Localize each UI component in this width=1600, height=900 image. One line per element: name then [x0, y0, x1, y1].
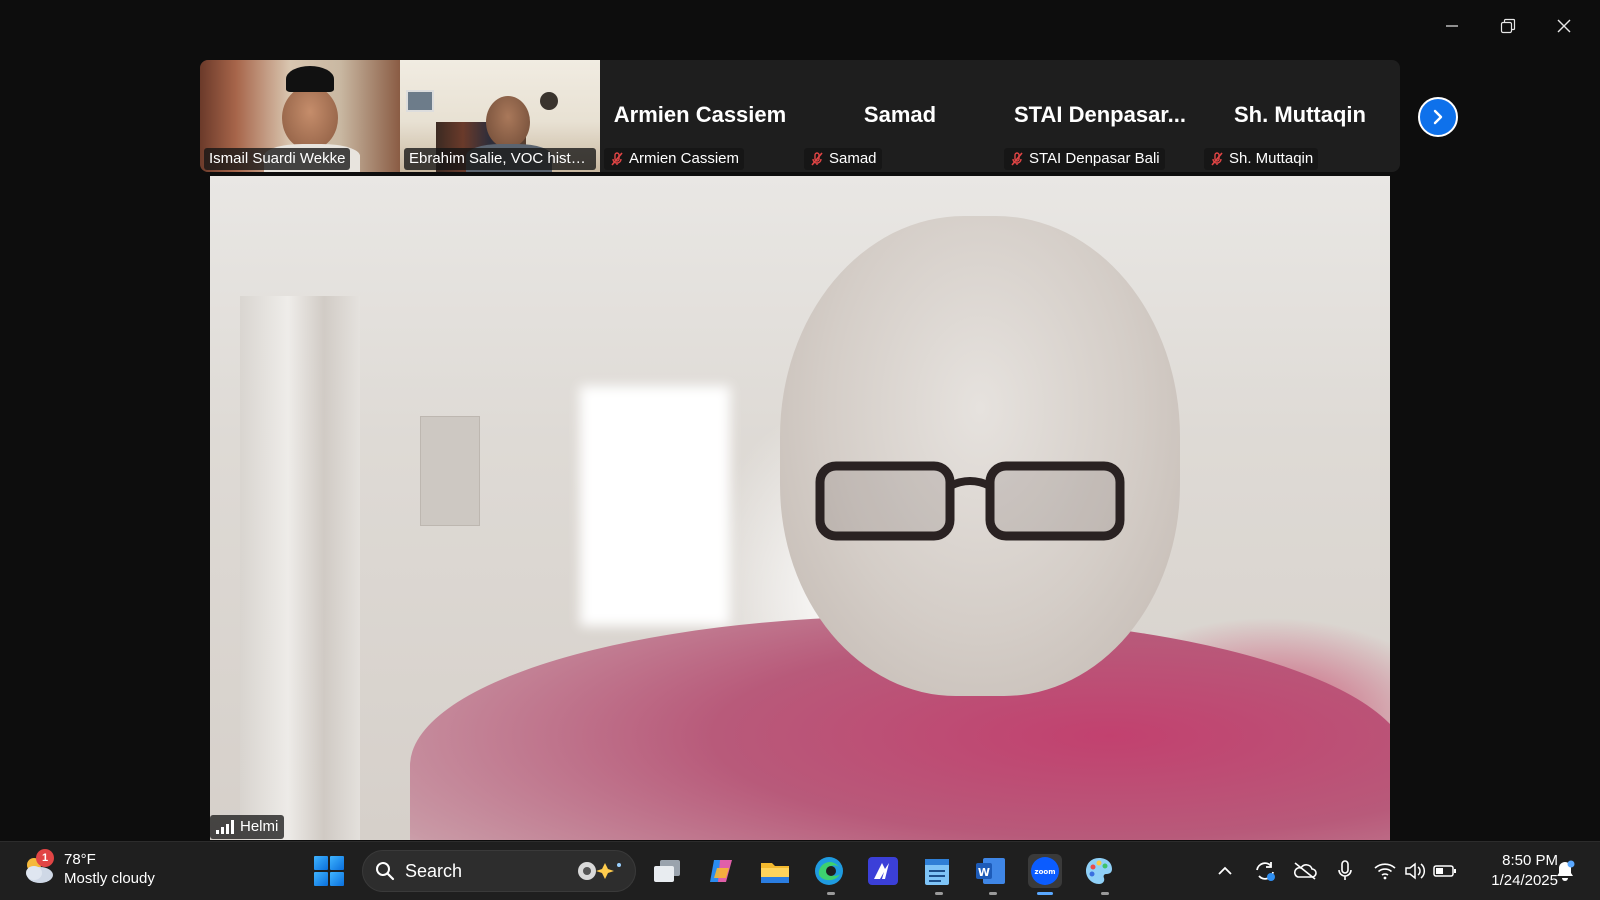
- participant-tile[interactable]: STAI Denpasar... STAI Denpasar Bali: [1000, 60, 1200, 172]
- next-page-button[interactable]: [1418, 97, 1458, 137]
- participant-display-name: Sh. Muttaqin: [1234, 102, 1366, 127]
- paint-icon[interactable]: [1082, 854, 1116, 888]
- participant-display-name: STAI Denpasar...: [1014, 102, 1186, 127]
- taskbar: 1 78°F Mostly cloudy Search W zoom 8:50 …: [0, 841, 1600, 900]
- battery-icon[interactable]: [1432, 858, 1458, 884]
- notepad-icon[interactable]: [920, 854, 954, 888]
- svg-text:zoom: zoom: [1035, 868, 1056, 876]
- participant-tile[interactable]: Ebrahim Salie, VOC histor...: [400, 60, 600, 172]
- word-icon[interactable]: W: [974, 854, 1008, 888]
- weather-condition: Mostly cloudy: [64, 870, 155, 887]
- window-light: [580, 386, 730, 626]
- participant-name: Sh. Muttaqin: [1229, 150, 1314, 167]
- volume-icon[interactable]: [1402, 858, 1428, 884]
- clock-date: 1/24/2025: [1491, 872, 1558, 889]
- weather-text: 78°F Mostly cloudy: [64, 850, 155, 888]
- speaker-glasses: [815, 461, 1125, 541]
- show-hidden-icons-button[interactable]: [1212, 858, 1238, 884]
- system-clock[interactable]: 8:50 PM 1/24/2025: [1474, 851, 1558, 891]
- minimize-button[interactable]: [1424, 8, 1480, 44]
- signal-strength-icon: [216, 820, 234, 834]
- app-active-indicator: [1037, 892, 1053, 895]
- wifi-icon[interactable]: [1372, 858, 1398, 884]
- active-speaker-name: Helmi: [240, 818, 279, 835]
- mic-muted-icon: [1011, 152, 1023, 166]
- participant-strip: Ismail Suardi Wekke Ebrahim Salie, VOC h…: [200, 60, 1400, 172]
- svg-text:W: W: [978, 866, 990, 879]
- mic-muted-icon: [811, 152, 823, 166]
- search-icon: [376, 862, 395, 881]
- app-running-indicator: [935, 892, 943, 895]
- restore-button[interactable]: [1480, 8, 1536, 44]
- participant-tile[interactable]: Samad Samad: [800, 60, 1000, 172]
- mic-muted-icon: [611, 152, 623, 166]
- mic-muted-icon: [1211, 152, 1223, 166]
- start-button[interactable]: [314, 856, 344, 886]
- sync-icon[interactable]: [1252, 858, 1278, 884]
- zoom-meeting-window: Ismail Suardi Wekke Ebrahim Salie, VOC h…: [0, 0, 1600, 841]
- participant-name: Armien Cassiem: [629, 150, 740, 167]
- microphone-icon[interactable]: [1332, 858, 1358, 884]
- weather-badge: 1: [36, 849, 54, 867]
- taskbar-search[interactable]: Search: [362, 850, 636, 892]
- wall-clock: [540, 92, 558, 110]
- participant-name: STAI Denpasar Bali: [1029, 150, 1160, 167]
- participant-name: Samad: [829, 150, 877, 167]
- search-label: Search: [405, 860, 463, 881]
- participant-tile[interactable]: Ismail Suardi Wekke: [200, 60, 400, 172]
- close-icon: [1557, 19, 1571, 33]
- participant-name-tag: Samad: [804, 148, 882, 170]
- clock-time: 8:50 PM: [1502, 852, 1558, 869]
- file-explorer-icon[interactable]: [758, 854, 792, 888]
- participant-tile[interactable]: Armien Cassiem Armien Cassiem: [600, 60, 800, 172]
- windows-logo-icon: [314, 856, 328, 870]
- participant-name-tag: Armien Cassiem: [604, 148, 745, 170]
- active-speaker-tag: Helmi: [210, 815, 285, 839]
- participant-tile[interactable]: Sh. Muttaqin Sh. Muttaqin: [1200, 60, 1400, 172]
- chevron-right-icon: [1433, 109, 1443, 125]
- participant-cap: [286, 66, 334, 92]
- windows-logo-pane: [330, 856, 344, 870]
- windows-logo-pane: [330, 872, 344, 886]
- participant-display-name: Armien Cassiem: [613, 102, 787, 127]
- curtain: [240, 296, 360, 840]
- close-button[interactable]: [1536, 8, 1592, 44]
- participant-face: [486, 96, 530, 148]
- restore-icon: [1500, 18, 1516, 34]
- participant-name: Ebrahim Salie, VOC histor...: [404, 148, 596, 170]
- onedrive-offline-icon[interactable]: [1292, 858, 1318, 884]
- weather-temp: 78°F: [64, 851, 96, 868]
- active-speaker-video: [210, 176, 1390, 840]
- participant-name-tag: STAI Denpasar Bali: [1004, 148, 1165, 170]
- app-running-indicator: [1101, 892, 1109, 895]
- editor-app-icon[interactable]: [866, 854, 900, 888]
- participant-face: [282, 86, 338, 150]
- participant-name: Ismail Suardi Wekke: [204, 148, 351, 170]
- search-highlight-icon: [578, 862, 621, 880]
- wall-frame: [420, 416, 480, 526]
- participant-display-name: Samad: [863, 102, 937, 127]
- windows-logo-pane: [314, 872, 328, 886]
- weather-cloud-icon: 1: [20, 849, 56, 887]
- window-controls: [1424, 8, 1592, 44]
- wall-frame: [406, 90, 434, 112]
- copilot-icon[interactable]: [704, 854, 738, 888]
- chevron-up-icon: [1218, 866, 1232, 875]
- app-running-indicator: [827, 892, 835, 895]
- notification-bell-icon[interactable]: [1552, 858, 1578, 884]
- zoom-app-icon[interactable]: zoom: [1028, 854, 1062, 888]
- participant-name-tag: Sh. Muttaqin: [1204, 148, 1319, 170]
- weather-widget[interactable]: 1 78°F Mostly cloudy: [20, 849, 155, 888]
- task-view-icon[interactable]: [650, 854, 684, 888]
- minimize-icon: [1446, 25, 1458, 27]
- edge-browser-icon[interactable]: [812, 854, 846, 888]
- app-running-indicator: [989, 892, 997, 895]
